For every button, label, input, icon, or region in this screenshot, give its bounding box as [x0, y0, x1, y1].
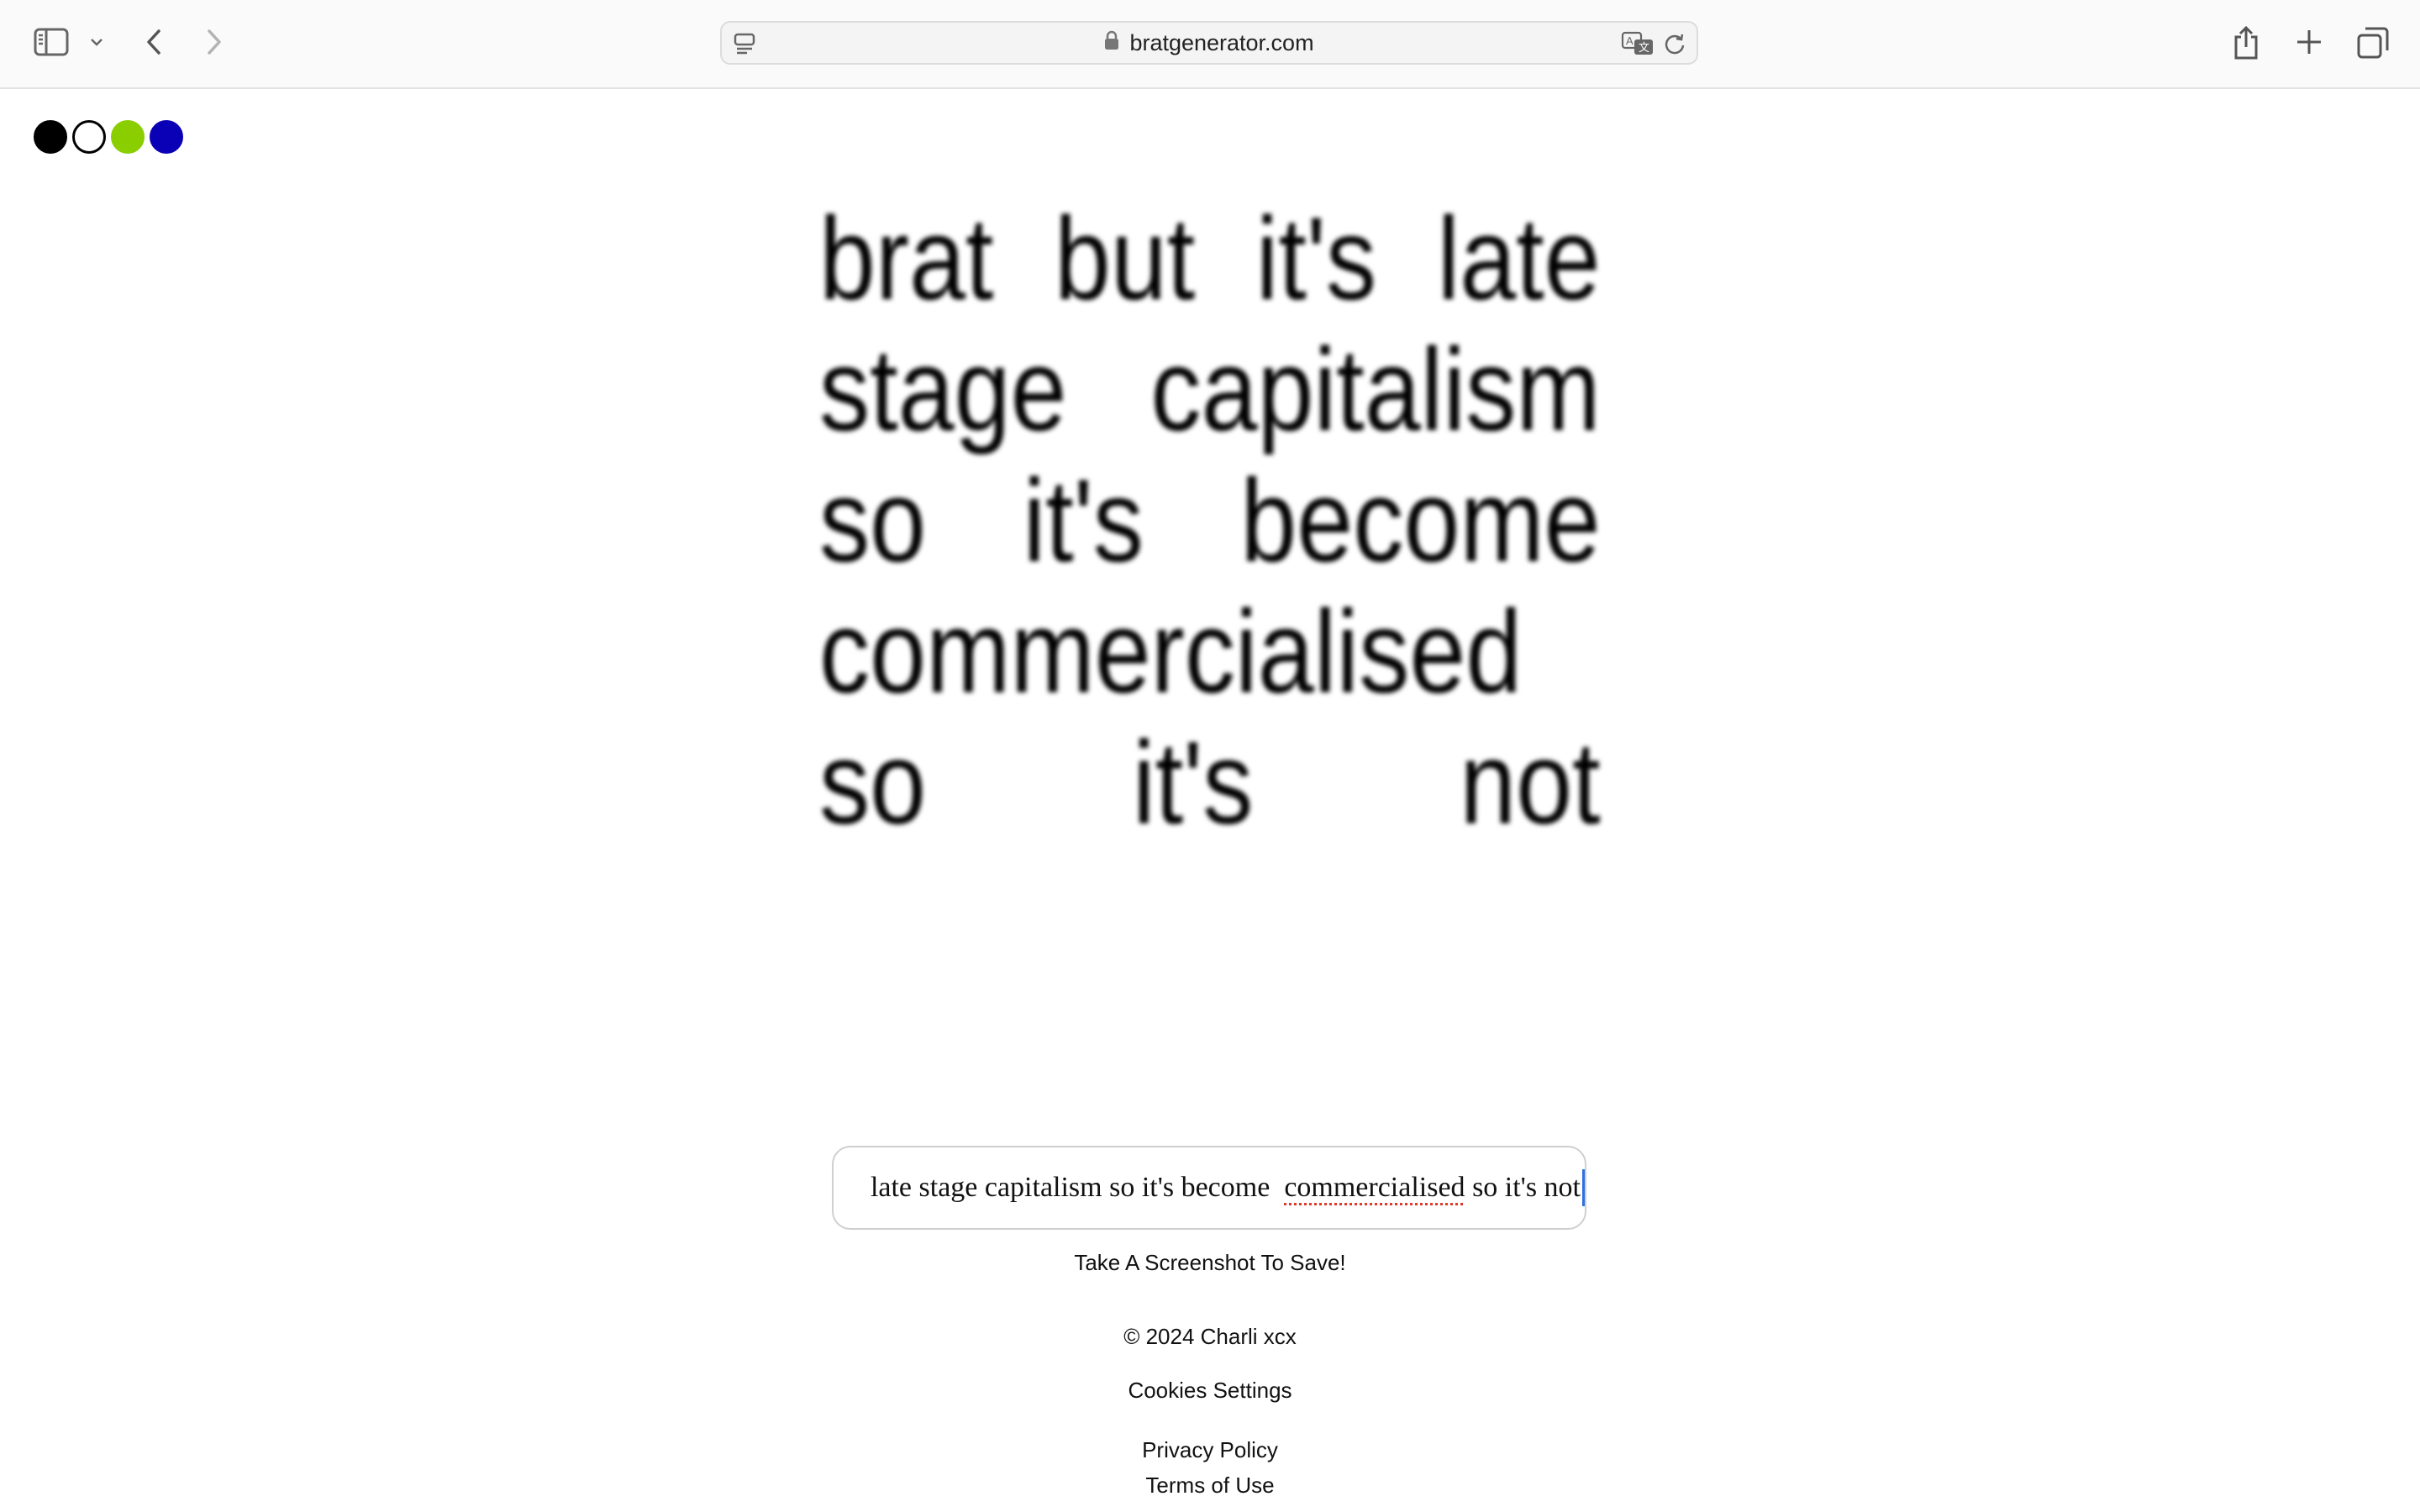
new-tab-icon[interactable] — [2295, 28, 2323, 56]
lock-icon — [1104, 30, 1119, 56]
swatch-green[interactable] — [111, 120, 145, 154]
input-text-before: late stage capitalism so it's become — [870, 1172, 1285, 1203]
brat-word: commercialised — [819, 585, 1523, 717]
brat-line: stage capitalism — [819, 324, 1601, 455]
cookies-settings-link[interactable]: Cookies Settings — [0, 1378, 2420, 1404]
address-bar[interactable]: bratgenerator.com A 文 — [720, 21, 1698, 65]
brat-word: it's — [1023, 454, 1144, 586]
brat-word: it's — [1133, 717, 1254, 848]
tab-overview-icon[interactable] — [2357, 27, 2389, 59]
brat-line: brat but it's late — [819, 193, 1601, 324]
forward-icon[interactable] — [203, 27, 225, 57]
swatch-black[interactable] — [34, 120, 67, 154]
svg-text:A: A — [1626, 34, 1634, 47]
text-caret — [1582, 1169, 1585, 1206]
brat-text-display: brat but it's late stage capitalism so it's beco… — [819, 193, 1601, 848]
brat-line: so it's not — [819, 717, 1601, 848]
brat-line: so it's become — [819, 455, 1601, 586]
brat-word: so — [819, 717, 927, 848]
color-swatches — [34, 120, 183, 154]
brat-word: not — [1460, 717, 1601, 848]
url-text: bratgenerator.com — [1129, 29, 1314, 55]
terms-of-use-link[interactable]: Terms of Use — [0, 1473, 2420, 1499]
privacy-policy-link[interactable]: Privacy Policy — [0, 1437, 2420, 1463]
brat-word: become — [1240, 454, 1601, 586]
svg-text:文: 文 — [1639, 41, 1649, 54]
sidebar-toggle-icon[interactable] — [34, 27, 69, 57]
tab-groups-chevron-down-icon[interactable] — [89, 35, 104, 49]
brat-word: it's — [1255, 192, 1377, 324]
brat-line: commercialised — [819, 586, 1601, 717]
brat-text-input[interactable]: late stage capitalism so it's become com… — [832, 1146, 1586, 1230]
share-icon[interactable] — [2232, 25, 2260, 60]
brat-word: stage — [819, 323, 1067, 455]
screenshot-hint: Take A Screenshot To Save! — [1074, 1250, 1346, 1275]
swatch-blue[interactable] — [150, 120, 183, 154]
input-text-after: so it's not — [1465, 1172, 1581, 1203]
browser-toolbar: bratgenerator.com A 文 — [0, 0, 2420, 89]
brat-word: but — [1054, 192, 1196, 324]
brat-word: so — [819, 454, 927, 586]
brat-word: late — [1437, 192, 1601, 324]
input-text-misspelled: commercialised — [1284, 1172, 1465, 1203]
back-icon[interactable] — [143, 27, 165, 57]
translate-icon[interactable]: A 文 — [1621, 31, 1655, 60]
reload-icon[interactable] — [1663, 32, 1686, 60]
brat-word: brat — [819, 192, 994, 324]
brat-word: capitalism — [1150, 323, 1601, 455]
copyright: © 2024 Charli xcx — [1123, 1324, 1297, 1349]
swatch-white[interactable] — [72, 120, 106, 154]
